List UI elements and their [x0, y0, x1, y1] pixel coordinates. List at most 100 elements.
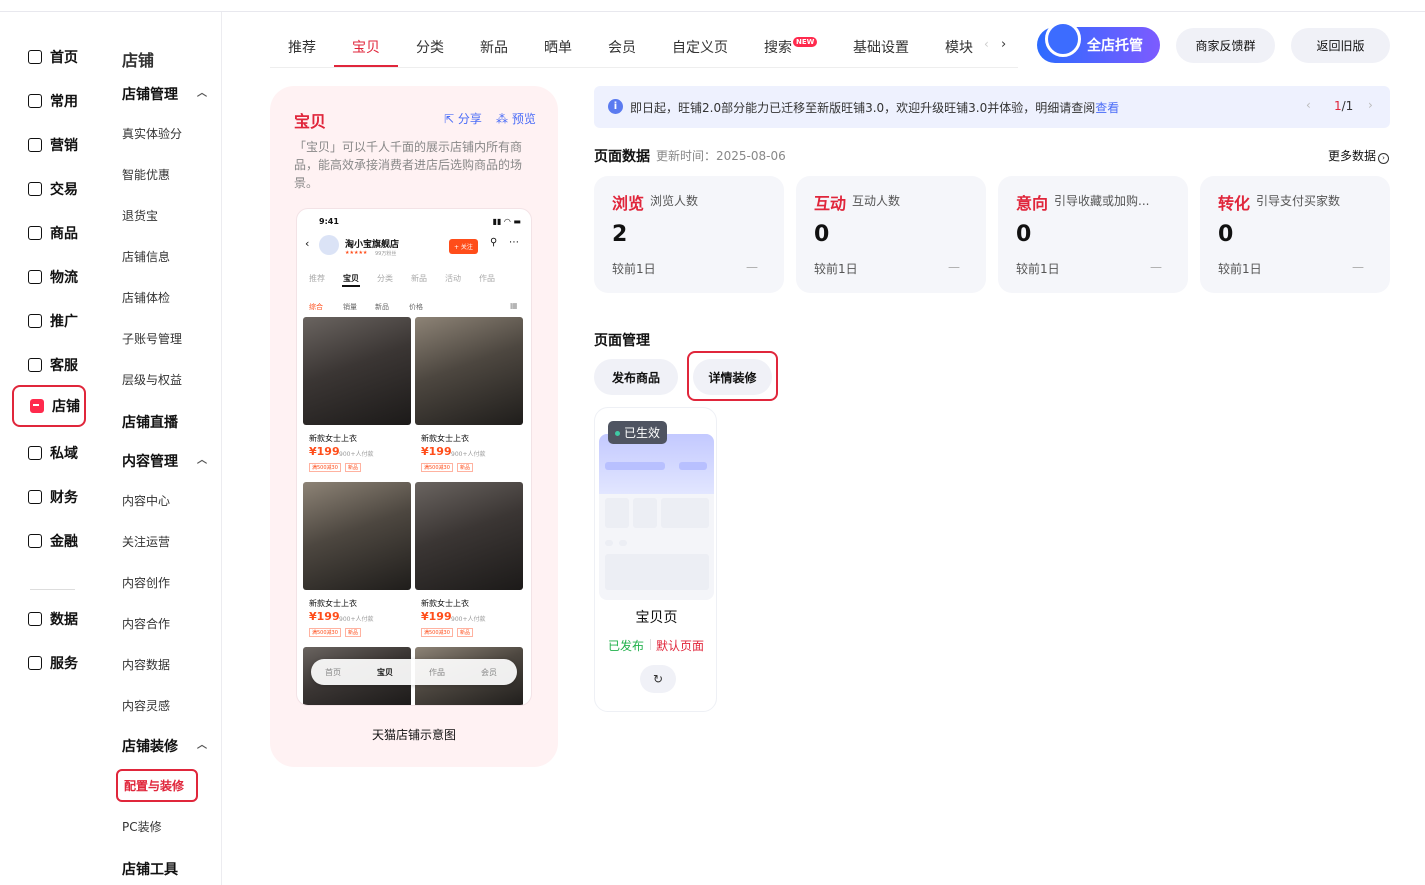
chevron-right-icon[interactable]: ›: [1001, 37, 1006, 52]
sub-nav-item-live[interactable]: 店铺直播: [122, 412, 178, 432]
nav-item-store[interactable]: 店铺: [12, 385, 86, 427]
trade-icon: [28, 182, 42, 196]
product-sold: 900+人付款: [339, 616, 374, 623]
stat-compare: 较前1日: [1016, 262, 1060, 276]
sub-nav-item-pc-decoration[interactable]: PC装修: [122, 818, 162, 835]
tab-modules[interactable]: 模块: [945, 37, 973, 57]
sub-nav-item-tools[interactable]: 店铺工具: [122, 859, 178, 879]
chevron-right-icon[interactable]: ›: [1368, 98, 1373, 112]
tab-search[interactable]: 搜索: [764, 37, 792, 57]
store-sub-nav: 店铺 店铺管理 ︿ 真实体验分 智能优惠 退货宝 店铺信息 店铺体检 子账号管理 …: [100, 12, 222, 885]
product-name: 新款女士上衣: [309, 599, 357, 608]
stat-desc: 浏览人数: [650, 194, 699, 208]
sub-nav-item[interactable]: 真实体验分: [122, 125, 182, 142]
share-link[interactable]: ⇱ 分享: [444, 110, 482, 127]
detail-decoration-button[interactable]: 详情装修: [693, 359, 772, 395]
tab-custom-page[interactable]: 自定义页: [672, 37, 728, 57]
nav-item-data[interactable]: 数据: [12, 599, 86, 639]
more-data-link[interactable]: 更多数据 ›: [1328, 147, 1390, 164]
tab-reviews[interactable]: 晒单: [544, 37, 572, 57]
product-sold: 900+人付款: [451, 451, 486, 458]
sub-nav-item[interactable]: 内容合作: [122, 615, 170, 632]
sub-nav-group-decoration[interactable]: 店铺装修 ︿: [122, 736, 207, 756]
nav-item-goods[interactable]: 商品: [12, 213, 86, 253]
nav-item-fintech[interactable]: 金融: [12, 521, 86, 561]
nav-label: 首页: [50, 50, 78, 66]
full-store-hosting-button[interactable]: 全店托管: [1037, 21, 1160, 63]
sub-nav-item[interactable]: 店铺体检: [122, 289, 170, 306]
tab-member[interactable]: 会员: [608, 37, 636, 57]
sub-nav-item[interactable]: 智能优惠: [122, 166, 170, 183]
phone-tab: 新品: [411, 274, 427, 283]
nav-label: 常用: [50, 94, 78, 110]
stat-key: 浏览: [612, 194, 645, 213]
sub-nav-item[interactable]: 内容灵感: [122, 697, 170, 714]
product-image: [415, 482, 523, 590]
private-domain-icon: [28, 446, 42, 460]
nav-item-home[interactable]: 首页: [12, 37, 86, 77]
merchant-feedback-button[interactable]: 商家反馈群: [1176, 28, 1275, 63]
nav-item-services[interactable]: 服务: [12, 643, 86, 683]
sub-nav-item[interactable]: 内容创作: [122, 574, 170, 591]
nav-label: 服务: [50, 656, 78, 672]
tab-category[interactable]: 分类: [416, 37, 444, 57]
nav-item-finance[interactable]: 财务: [12, 477, 86, 517]
sub-nav-group-store-mgmt[interactable]: 店铺管理 ︿: [122, 84, 207, 104]
sub-nav-group-content[interactable]: 内容管理 ︿: [122, 451, 207, 471]
sub-nav-item[interactable]: 退货宝: [122, 207, 158, 224]
sub-nav-item[interactable]: 关注运营: [122, 533, 170, 550]
phone-bottom-tab: 作品: [429, 668, 445, 677]
sub-nav-item[interactable]: 店铺信息: [122, 248, 170, 265]
thumbnail-block: [633, 498, 657, 528]
nav-item-common[interactable]: 常用: [12, 81, 86, 121]
tab-recommend[interactable]: 推荐: [288, 37, 316, 57]
publish-goods-button[interactable]: 发布商品: [594, 359, 678, 395]
phone-sort: 新品: [375, 303, 389, 311]
new-badge: NEW: [793, 37, 818, 47]
sub-nav-item[interactable]: 层级与权益: [122, 371, 182, 388]
chevron-left-icon[interactable]: ‹: [984, 37, 989, 51]
phone-tab-indicator: [342, 285, 360, 287]
nav-item-logistics[interactable]: 物流: [12, 257, 86, 297]
info-icon: i: [608, 99, 623, 114]
preview-link[interactable]: ⁂ 预览: [496, 110, 536, 127]
nav-label: 财务: [50, 490, 78, 506]
nav-item-private[interactable]: 私域: [12, 433, 86, 473]
thumbnail-block: [679, 462, 707, 470]
nav-item-promote[interactable]: 推广: [12, 301, 86, 341]
nav-label: 客服: [50, 358, 78, 374]
phone-bottom-tabbar: 首页 宝贝 作品 会员: [311, 659, 517, 685]
tab-new[interactable]: 新品: [480, 37, 508, 57]
stat-card-intent: 意向 引导收藏或加购... 0 较前1日 —: [998, 176, 1188, 293]
notice-view-link[interactable]: 查看: [1095, 101, 1119, 115]
sub-nav-item[interactable]: 内容中心: [122, 492, 170, 509]
template-card-items-page[interactable]: 已生效 宝贝页 已发布 默认页面 ↻: [594, 407, 717, 712]
thumbnail-block: [605, 554, 709, 590]
product-tag: 新品: [345, 463, 362, 472]
sub-nav-item[interactable]: 内容数据: [122, 656, 170, 673]
refresh-icon[interactable]: ↻: [640, 665, 676, 693]
marketing-icon: [28, 138, 42, 152]
nav-item-marketing[interactable]: 营销: [12, 125, 86, 165]
finance-icon: [28, 490, 42, 504]
product-price: ¥199: [309, 610, 340, 623]
tab-basic-settings[interactable]: 基础设置: [853, 37, 909, 57]
template-name: 宝贝页: [635, 610, 678, 626]
nav-item-service[interactable]: 客服: [12, 345, 86, 385]
grid-view-icon: ▦: [510, 301, 518, 310]
product-price: ¥199: [309, 445, 340, 458]
return-old-version-button[interactable]: 返回旧版: [1291, 28, 1390, 63]
sub-nav-item[interactable]: 子账号管理: [122, 330, 182, 347]
sub-nav-title: 店铺: [122, 51, 155, 70]
stat-compare: 较前1日: [1218, 262, 1262, 276]
chevron-up-icon: ︿: [197, 88, 207, 99]
preview-description: 「宝贝」可以千人千面的展示店铺内所有商品，能高效承接消费者进店后选购商品的场景。: [294, 140, 523, 190]
tab-items[interactable]: 宝贝: [352, 37, 380, 57]
sub-nav-item-config-decoration[interactable]: 配置与装修: [116, 769, 198, 802]
main-nav: 首页 常用 营销 交易 商品 物流 推广 客服 店铺 私域 财务 金融 数据 服…: [0, 12, 100, 885]
nav-item-trade[interactable]: 交易: [12, 169, 86, 209]
page-tabs: 推荐 宝贝 分类 新品 晒单 会员 自定义页 搜索 基础设置 模块 ‹ ›: [270, 12, 1018, 68]
nav-label: 物流: [50, 270, 78, 286]
status-divider: [650, 639, 651, 650]
chevron-left-icon[interactable]: ‹: [1306, 98, 1311, 112]
